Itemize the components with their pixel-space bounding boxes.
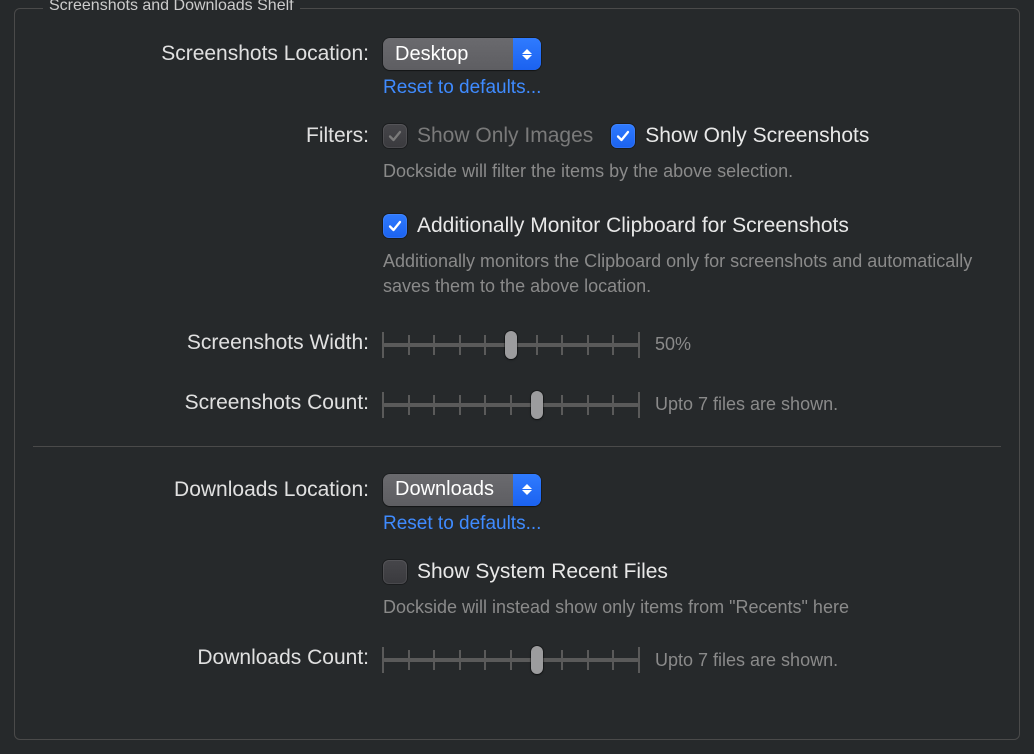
screenshots-count-label: Screenshots Count: — [39, 386, 383, 420]
checkbox-label: Show Only Screenshots — [645, 124, 869, 148]
checkbox-icon — [383, 214, 407, 238]
slider-thumb[interactable] — [505, 331, 517, 359]
preferences-group: Screenshots and Downloads Shelf Screensh… — [14, 8, 1020, 740]
downloads-count-value: Upto 7 files are shown. — [655, 650, 838, 671]
screenshots-reset-link[interactable]: Reset to defaults... — [383, 77, 995, 99]
group-title: Screenshots and Downloads Shelf — [43, 0, 300, 15]
filter-clipboard-screenshots[interactable]: Additionally Monitor Clipboard for Scree… — [383, 214, 849, 238]
section-divider — [33, 446, 1001, 447]
filter-only-screenshots[interactable]: Show Only Screenshots — [611, 124, 869, 148]
filters-label: Filters: — [39, 119, 383, 153]
checkbox-label: Show System Recent Files — [417, 560, 668, 584]
filter-only-images: Show Only Images — [383, 124, 593, 148]
downloads-location-label: Downloads Location: — [39, 473, 383, 507]
downloads-reset-link[interactable]: Reset to defaults... — [383, 513, 995, 535]
screenshots-count-slider[interactable] — [383, 392, 639, 418]
popup-value: Downloads — [383, 478, 513, 501]
downloads-count-label: Downloads Count: — [39, 641, 383, 675]
screenshots-count-value: Upto 7 files are shown. — [655, 394, 838, 415]
popup-stepper-icon — [513, 38, 541, 70]
slider-thumb[interactable] — [531, 391, 543, 419]
show-recent-files[interactable]: Show System Recent Files — [383, 560, 668, 584]
screenshots-width-value: 50% — [655, 334, 691, 355]
downloads-count-slider[interactable] — [383, 647, 639, 673]
recent-hint: Dockside will instead show only items fr… — [383, 595, 995, 619]
downloads-location-popup[interactable]: Downloads — [383, 474, 541, 506]
screenshots-location-label: Screenshots Location: — [39, 37, 383, 71]
checkbox-icon — [383, 124, 407, 148]
screenshots-location-popup[interactable]: Desktop — [383, 38, 541, 70]
checkbox-icon — [383, 560, 407, 584]
popup-stepper-icon — [513, 474, 541, 506]
screenshots-width-label: Screenshots Width: — [39, 326, 383, 360]
checkbox-icon — [611, 124, 635, 148]
screenshots-width-slider[interactable] — [383, 332, 639, 358]
clipboard-hint: Additionally monitors the Clipboard only… — [383, 249, 995, 298]
slider-thumb[interactable] — [531, 646, 543, 674]
checkbox-label: Show Only Images — [417, 124, 593, 148]
filters-hint: Dockside will filter the items by the ab… — [383, 159, 995, 183]
popup-value: Desktop — [383, 43, 513, 66]
checkbox-label: Additionally Monitor Clipboard for Scree… — [417, 214, 849, 238]
